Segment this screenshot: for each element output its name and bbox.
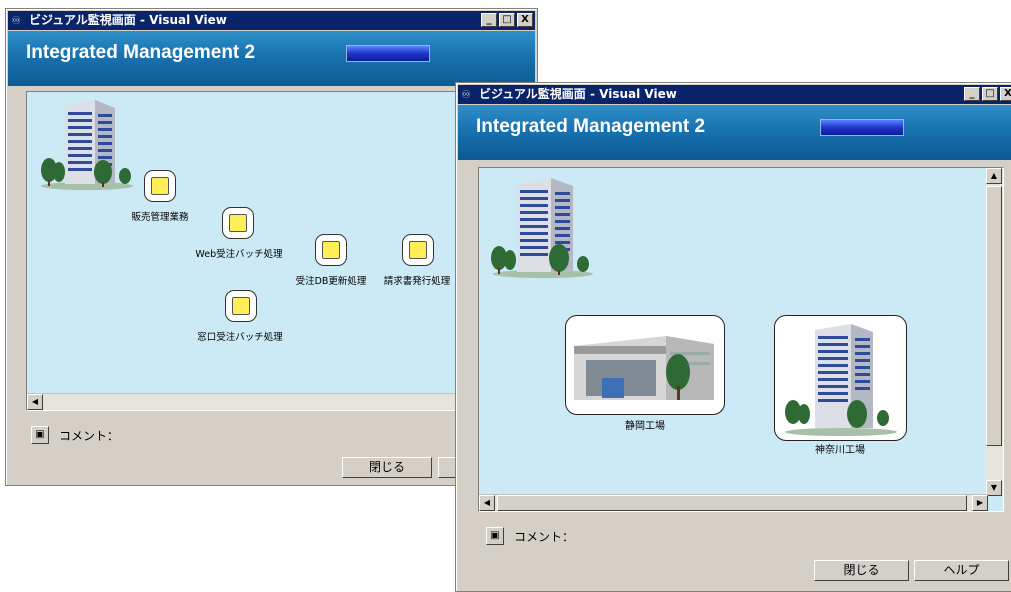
binoculars-icon: ♾ <box>11 14 21 27</box>
node-label: 窓口受注バッチ処理 <box>197 332 283 343</box>
job-node[interactable] <box>222 207 254 239</box>
scroll-left-button[interactable]: ◀ <box>479 495 495 511</box>
status-bar-indicator <box>820 119 904 136</box>
banner-title: Integrated Management 2 <box>26 42 256 63</box>
banner-title: Integrated Management 2 <box>476 116 706 137</box>
comment-row: ▣ コメント： <box>486 527 574 545</box>
scroll-up-button[interactable]: ▲ <box>986 168 1002 184</box>
job-node[interactable] <box>402 234 434 266</box>
scroll-right-button[interactable]: ▶ <box>972 495 988 511</box>
vertical-scrollbar[interactable]: ▲ ▼ <box>986 168 1003 496</box>
node-label: 静岡工場 <box>625 421 665 432</box>
close-window-button[interactable]: X <box>517 13 533 27</box>
jobnet-icon <box>322 241 340 259</box>
horizontal-scrollbar[interactable]: ◀ ▶ <box>479 494 988 511</box>
jobnet-icon <box>151 177 169 195</box>
job-node[interactable] <box>144 170 176 202</box>
comment-toggle-icon[interactable]: ▣ <box>486 527 504 545</box>
help-button[interactable]: ヘルプ <box>914 560 1009 581</box>
building-icon <box>785 324 897 436</box>
job-node[interactable] <box>225 290 257 322</box>
status-bar-indicator <box>346 45 430 62</box>
factory-icon <box>574 336 714 400</box>
job-node[interactable] <box>315 234 347 266</box>
node-label: Web受注バッチ処理 <box>195 249 283 260</box>
comment-toggle-icon[interactable]: ▣ <box>31 426 49 444</box>
minimize-button[interactable]: _ <box>481 13 497 27</box>
scroll-thumb[interactable] <box>497 495 967 511</box>
title-bar[interactable]: ♾ ビジュアル監視画面 - Visual View _ □ X <box>8 11 535 30</box>
factory-node[interactable] <box>565 315 725 415</box>
maximize-button[interactable]: □ <box>499 13 515 27</box>
node-label: 受注DB更新処理 <box>295 276 367 287</box>
building-icon[interactable] <box>485 174 595 279</box>
binoculars-icon: ♾ <box>461 88 471 101</box>
node-label: 請求書発行処理 <box>383 276 451 287</box>
monitor-canvas[interactable]: 静岡工場 神奈川工場 ▲ ▼ ◀ ▶ <box>478 167 1004 512</box>
header-banner: Integrated Management 2 <box>8 31 535 86</box>
scroll-down-button[interactable]: ▼ <box>986 480 1002 496</box>
window-title: ビジュアル監視画面 - Visual View <box>479 87 677 101</box>
comment-row: ▣ コメント： <box>31 426 119 444</box>
close-window-button[interactable]: X <box>1000 87 1011 101</box>
maximize-button[interactable]: □ <box>982 87 998 101</box>
horizontal-scrollbar[interactable]: ◀ <box>27 393 495 410</box>
scroll-left-button[interactable]: ◀ <box>27 394 43 410</box>
jobnet-icon <box>229 214 247 232</box>
monitor-canvas[interactable]: 販売管理業務 Web受注バッチ処理 受注DB更新処理 請求書発行処理 窓口受注バ… <box>26 91 496 411</box>
window-title: ビジュアル監視画面 - Visual View <box>29 13 227 27</box>
comment-label: コメント： <box>514 529 575 544</box>
minimize-button[interactable]: _ <box>964 87 980 101</box>
jobnet-icon <box>409 241 427 259</box>
visual-view-window-2: ♾ ビジュアル監視画面 - Visual View _ □ X Integrat… <box>455 82 1011 592</box>
building-icon[interactable] <box>35 96 135 191</box>
jobnet-icon <box>232 297 250 315</box>
close-button[interactable]: 閉じる <box>342 457 432 478</box>
close-button[interactable]: 閉じる <box>814 560 909 581</box>
comment-label: コメント： <box>59 428 120 443</box>
node-label: 販売管理業務 <box>131 212 189 223</box>
header-banner: Integrated Management 2 <box>458 105 1011 160</box>
building-node[interactable] <box>774 315 907 441</box>
scroll-thumb[interactable] <box>986 186 1002 446</box>
node-label: 神奈川工場 <box>815 445 865 456</box>
title-bar[interactable]: ♾ ビジュアル監視画面 - Visual View _ □ X <box>458 85 1011 104</box>
